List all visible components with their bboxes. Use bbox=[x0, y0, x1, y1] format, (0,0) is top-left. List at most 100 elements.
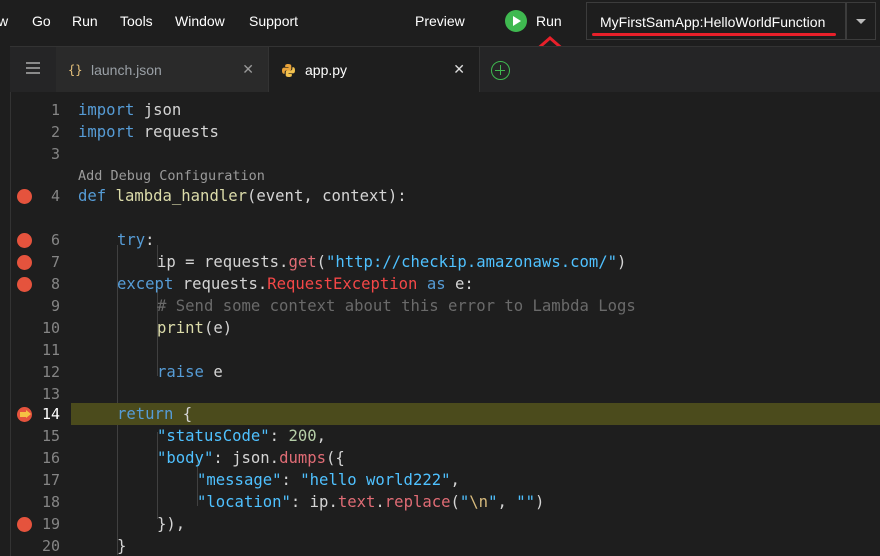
code-line: 15 "statusCode": 200, bbox=[11, 425, 880, 447]
code-token: replace bbox=[384, 493, 451, 511]
code-line: 17 "message": "hello world222", bbox=[11, 469, 880, 491]
line-number: 20 bbox=[41, 537, 60, 555]
code-token: " bbox=[459, 493, 470, 511]
menu-bar: w Go Run Tools Window Support Preview Ru… bbox=[0, 0, 880, 42]
line-number: 8 bbox=[50, 275, 60, 293]
menu-item-tools[interactable]: Tools bbox=[120, 13, 153, 29]
code-token: import bbox=[78, 101, 135, 119]
tab-menu-icon[interactable] bbox=[26, 62, 40, 77]
tab-launch-json[interactable]: {} launch.json ✕ bbox=[56, 47, 268, 93]
run-button-label: Run bbox=[536, 13, 562, 29]
code-line: 1 import json bbox=[11, 99, 880, 121]
line-number: 11 bbox=[41, 341, 60, 359]
code-token: ip = requests. bbox=[157, 253, 289, 271]
code-token: ) bbox=[617, 253, 627, 271]
code-token: , bbox=[450, 471, 460, 489]
code-token: "message" bbox=[197, 471, 282, 489]
code-line: 19 }), bbox=[11, 513, 880, 535]
line-code: } bbox=[117, 537, 127, 555]
run-configuration-selector[interactable]: MyFirstSamApp:HelloWorldFunction bbox=[586, 2, 846, 40]
code-token: ({ bbox=[326, 449, 345, 467]
code-token: except bbox=[117, 275, 174, 293]
code-line: 11 bbox=[11, 339, 880, 361]
breakpoint-icon[interactable] bbox=[17, 189, 32, 204]
code-token: import bbox=[78, 123, 135, 141]
line-code: "body": json.dumps({ bbox=[157, 449, 345, 467]
code-token: ( bbox=[450, 493, 460, 511]
new-tab-plus-icon[interactable] bbox=[491, 61, 510, 80]
breakpoint-icon[interactable] bbox=[17, 233, 32, 248]
line-code: try: bbox=[117, 231, 155, 249]
code-token: json bbox=[134, 101, 182, 119]
code-token: lambda_handler bbox=[106, 187, 247, 205]
code-token: requests bbox=[134, 123, 219, 141]
code-editor[interactable]: 1 import json 2 import requests 3 Add De… bbox=[10, 92, 880, 556]
line-number: 6 bbox=[50, 231, 60, 249]
add-debug-configuration-link[interactable]: Add Debug Configuration bbox=[78, 168, 265, 184]
code-line: 20 } bbox=[11, 535, 880, 556]
code-token: e: bbox=[445, 275, 474, 293]
preview-button[interactable]: Preview bbox=[415, 13, 465, 29]
line-number: 18 bbox=[41, 493, 60, 511]
menu-item-view[interactable]: w bbox=[0, 13, 8, 29]
code-token: raise bbox=[157, 363, 204, 381]
code-line: 9 # Send some context about this error t… bbox=[11, 295, 880, 317]
line-number: 17 bbox=[41, 471, 60, 489]
line-number: 3 bbox=[50, 145, 60, 163]
menu-item-run[interactable]: Run bbox=[72, 13, 98, 29]
breakpoint-icon[interactable] bbox=[17, 517, 32, 532]
breakpoint-icon[interactable] bbox=[17, 255, 32, 270]
line-code: "message": "hello world222", bbox=[197, 471, 460, 489]
code-token: return bbox=[117, 405, 174, 423]
code-line: 6 try: bbox=[11, 229, 880, 251]
annotation-underline bbox=[592, 33, 836, 36]
code-token: requests. bbox=[173, 275, 268, 293]
code-token: ) bbox=[535, 493, 545, 511]
code-line: 18 "location": ip.text.replace("\n", "") bbox=[11, 491, 880, 513]
code-token: dumps bbox=[279, 449, 327, 467]
tab-app-py[interactable]: app.py ✕ bbox=[268, 47, 480, 93]
code-token: { bbox=[173, 405, 193, 423]
code-line: 7 ip = requests.get("http://checkip.amaz… bbox=[11, 251, 880, 273]
python-icon bbox=[282, 64, 295, 77]
code-token: text bbox=[337, 493, 376, 511]
line-code: return { bbox=[117, 405, 192, 423]
line-code: print(e) bbox=[157, 319, 232, 337]
code-token: try bbox=[117, 231, 146, 249]
close-icon[interactable]: ✕ bbox=[242, 61, 254, 78]
code-token: (event, context): bbox=[247, 187, 407, 205]
close-icon[interactable]: ✕ bbox=[453, 61, 465, 78]
json-file-icon: {} bbox=[68, 63, 83, 77]
tab-label: app.py bbox=[305, 62, 348, 78]
run-configuration-label: MyFirstSamApp:HelloWorldFunction bbox=[600, 14, 826, 30]
code-token: RequestException bbox=[267, 275, 418, 293]
line-code: import json bbox=[78, 101, 181, 119]
code-token: print bbox=[157, 319, 204, 337]
code-token: , bbox=[316, 427, 327, 445]
line-code: def lambda_handler(event, context): bbox=[78, 187, 407, 205]
menu-item-go[interactable]: Go bbox=[32, 13, 51, 29]
code-token: : bbox=[269, 427, 289, 445]
line-number: 10 bbox=[41, 319, 60, 337]
line-number: 7 bbox=[50, 253, 60, 271]
line-code: }), bbox=[157, 515, 186, 533]
code-token: get bbox=[288, 253, 317, 271]
run-play-icon bbox=[505, 10, 527, 32]
breakpoint-current-icon[interactable] bbox=[17, 407, 32, 422]
menu-item-window[interactable]: Window bbox=[175, 13, 225, 29]
breakpoint-icon[interactable] bbox=[17, 277, 32, 292]
code-token: 200 bbox=[288, 427, 317, 445]
menu-item-support[interactable]: Support bbox=[249, 13, 298, 29]
code-line: 3 bbox=[11, 143, 880, 165]
code-line: 12 raise e bbox=[11, 361, 880, 383]
code-comment: # Send some context about this error to … bbox=[157, 297, 636, 315]
code-token: "body" bbox=[157, 449, 214, 467]
code-token: \n bbox=[469, 493, 489, 511]
line-number: 2 bbox=[50, 123, 60, 141]
code-line: 4 def lambda_handler(event, context): bbox=[11, 185, 880, 207]
line-number: 16 bbox=[41, 449, 60, 467]
run-configuration-dropdown[interactable] bbox=[846, 2, 876, 40]
code-token: "http://checkip.amazonaws.com/" bbox=[326, 253, 618, 271]
editor-tab-bar: {} launch.json ✕ app.py ✕ bbox=[10, 46, 880, 93]
line-code: import requests bbox=[78, 123, 219, 141]
